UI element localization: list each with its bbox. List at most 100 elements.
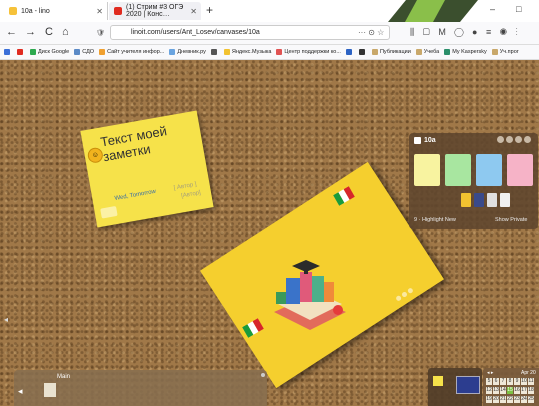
forward-button[interactable]: → bbox=[25, 26, 36, 38]
shield-icon[interactable]: 🛡 bbox=[96, 29, 105, 37]
bookmark-icon bbox=[276, 49, 283, 55]
calendar-day[interactable]: 13 bbox=[493, 387, 499, 394]
reload-button[interactable]: C bbox=[45, 26, 53, 38]
scroll-left-icon[interactable]: ◂ bbox=[4, 315, 8, 324]
calendar-day[interactable]: 23 bbox=[514, 396, 520, 403]
calendar-day[interactable]: 25 bbox=[528, 396, 534, 403]
palette-title: 10a bbox=[424, 137, 436, 144]
calendar-nav[interactable]: ◂ ▸ bbox=[487, 370, 493, 376]
palette-tools[interactable] bbox=[461, 193, 510, 207]
bookmark-label: Центр поддержки ко... bbox=[284, 49, 341, 55]
cork-board[interactable]: ☺ Текст моей заметки Wed, Tomorrow [ Авт… bbox=[0, 60, 539, 406]
note-handle[interactable] bbox=[100, 205, 118, 219]
sticky-note[interactable]: ☺ Текст моей заметки Wed, Tomorrow [ Авт… bbox=[80, 110, 214, 228]
pink-sticky-swatch[interactable] bbox=[507, 154, 533, 186]
calendar-day[interactable]: 11 bbox=[528, 378, 534, 385]
calendar-day[interactable]: 24 bbox=[521, 396, 527, 403]
calendar-day[interactable]: 8 bbox=[507, 378, 513, 385]
bookmark-icon bbox=[358, 49, 365, 55]
calendar-week: 5 6 7 8 9 10 11 bbox=[486, 378, 534, 385]
palette-panel[interactable]: 10a 9 · Highlight New Show Private bbox=[409, 133, 538, 229]
note-author: [Автор] bbox=[180, 190, 202, 200]
mini-board-preview[interactable] bbox=[428, 368, 482, 406]
canvas-list-panel[interactable]: ◂ Main bbox=[14, 370, 267, 406]
bookmark-item[interactable] bbox=[345, 49, 354, 55]
calendar-day[interactable]: 10 bbox=[521, 378, 527, 385]
bookmark-label: Сайт учителя инфор... bbox=[107, 49, 165, 55]
yellow-sticky-swatch[interactable] bbox=[414, 154, 440, 186]
bookmark-item[interactable] bbox=[17, 49, 25, 55]
home-button[interactable]: ⌂ bbox=[62, 26, 69, 38]
bookmark-item[interactable]: СДО bbox=[74, 49, 94, 55]
canvas-thumbnail[interactable] bbox=[44, 383, 56, 397]
bookmark-icon bbox=[371, 49, 378, 55]
books-illustration bbox=[274, 260, 346, 330]
bookmark-item[interactable]: Публикации bbox=[371, 49, 411, 55]
bookmark-item[interactable] bbox=[210, 49, 219, 55]
calendar-day[interactable]: 18 bbox=[528, 387, 534, 394]
close-icon[interactable]: ✕ bbox=[190, 7, 197, 16]
calendar-day[interactable]: 6 bbox=[493, 378, 499, 385]
calendar-day[interactable]: 19 bbox=[486, 396, 492, 403]
bookmark-icon bbox=[345, 49, 352, 55]
bookmark-label: Уч.прог bbox=[499, 49, 519, 55]
page-actions[interactable]: ··· ⊙ ☆ bbox=[358, 28, 384, 37]
blue-sticky-swatch[interactable] bbox=[476, 154, 502, 186]
bookmark-item[interactable]: Дневник.ру bbox=[169, 49, 206, 55]
canvas-title: Main bbox=[57, 374, 71, 380]
bookmark-item[interactable]: Центр поддержки ко... bbox=[276, 49, 341, 55]
back-button[interactable]: ← bbox=[6, 26, 17, 38]
new-tab-button[interactable]: + bbox=[206, 3, 213, 17]
calendar-day[interactable]: 12 bbox=[486, 387, 492, 394]
calendar-day[interactable]: 22 bbox=[507, 396, 513, 403]
bookmark-item[interactable]: My Kaspersky bbox=[444, 49, 487, 55]
panel-button[interactable] bbox=[261, 373, 265, 377]
calendar-day[interactable]: 17 bbox=[521, 387, 527, 394]
bookmark-item[interactable]: Яндекс.Музыка bbox=[223, 49, 271, 55]
calendar-day[interactable]: 21 bbox=[500, 396, 506, 403]
scroll-left-icon[interactable]: ◂ bbox=[18, 386, 23, 397]
calendar-day[interactable]: 16 bbox=[514, 387, 520, 394]
url-bar[interactable]: linoit.com/users/Ant_Losev/canvases/10a bbox=[110, 25, 390, 40]
bookmark-icon bbox=[4, 49, 10, 55]
bookmark-label: Дневник.ру bbox=[177, 49, 206, 55]
mini-screen bbox=[456, 376, 480, 394]
bookmark-item[interactable]: Диск Google bbox=[30, 49, 69, 55]
close-icon[interactable]: ✕ bbox=[96, 7, 103, 16]
tab-youtube[interactable]: (1) Стрим #3 ОГЭ 2020 | Конс… ✕ bbox=[109, 2, 201, 20]
calendar-day[interactable]: 20 bbox=[493, 396, 499, 403]
maximize-button[interactable]: □ bbox=[516, 4, 521, 14]
bookmark-item[interactable]: Учеба bbox=[415, 49, 440, 55]
photo-tool-icon bbox=[461, 193, 471, 207]
youtube-icon bbox=[114, 7, 122, 15]
bookmark-icon bbox=[444, 49, 451, 55]
calendar-day[interactable]: 7 bbox=[500, 378, 506, 385]
bookmark-label: Публикации bbox=[379, 49, 411, 55]
calendar-week: 12 13 14 15 16 17 18 bbox=[486, 387, 534, 394]
bookmark-label: Учеба bbox=[423, 49, 440, 55]
paper-tool-icon bbox=[500, 193, 510, 207]
bookmark-item[interactable] bbox=[4, 49, 12, 55]
bookmark-item[interactable]: Сайт учителя инфор... bbox=[99, 49, 164, 55]
minimize-button[interactable]: – bbox=[490, 4, 495, 14]
note-date[interactable]: Wed, Tomorrow bbox=[114, 189, 156, 202]
green-sticky-swatch[interactable] bbox=[445, 154, 471, 186]
calendar-day[interactable]: 14 bbox=[500, 387, 506, 394]
board-icon bbox=[414, 137, 421, 144]
tab-lino[interactable]: 10a - lino ✕ bbox=[4, 2, 108, 20]
calendar-day[interactable]: 5 bbox=[486, 378, 492, 385]
calendar-month: Apr 20 bbox=[521, 370, 536, 376]
bookmark-label: Диск Google bbox=[38, 49, 70, 55]
toolbar-icons[interactable]: ⫼ ▢ M ◯ ● ≡ ◉ ⋮ bbox=[410, 27, 521, 38]
palette-buttons[interactable] bbox=[497, 136, 531, 143]
bookmark-item[interactable] bbox=[358, 49, 367, 55]
calendar-day[interactable]: 15 bbox=[507, 387, 513, 394]
bookmark-icon bbox=[491, 49, 498, 55]
show-private-toggle[interactable]: Show Private bbox=[495, 217, 527, 223]
bookmark-item[interactable]: Уч.прог bbox=[491, 49, 519, 55]
calendar-day[interactable]: 9 bbox=[514, 378, 520, 385]
calendar[interactable]: ◂ ▸ Apr 20 5 6 7 8 9 10 11 12 13 14 15 16 17 18 19 20 21… bbox=[483, 368, 539, 406]
highlight-new-toggle[interactable]: 9 · Highlight New bbox=[414, 217, 456, 223]
mini-note bbox=[433, 376, 443, 386]
bookmark-icon bbox=[169, 49, 176, 55]
